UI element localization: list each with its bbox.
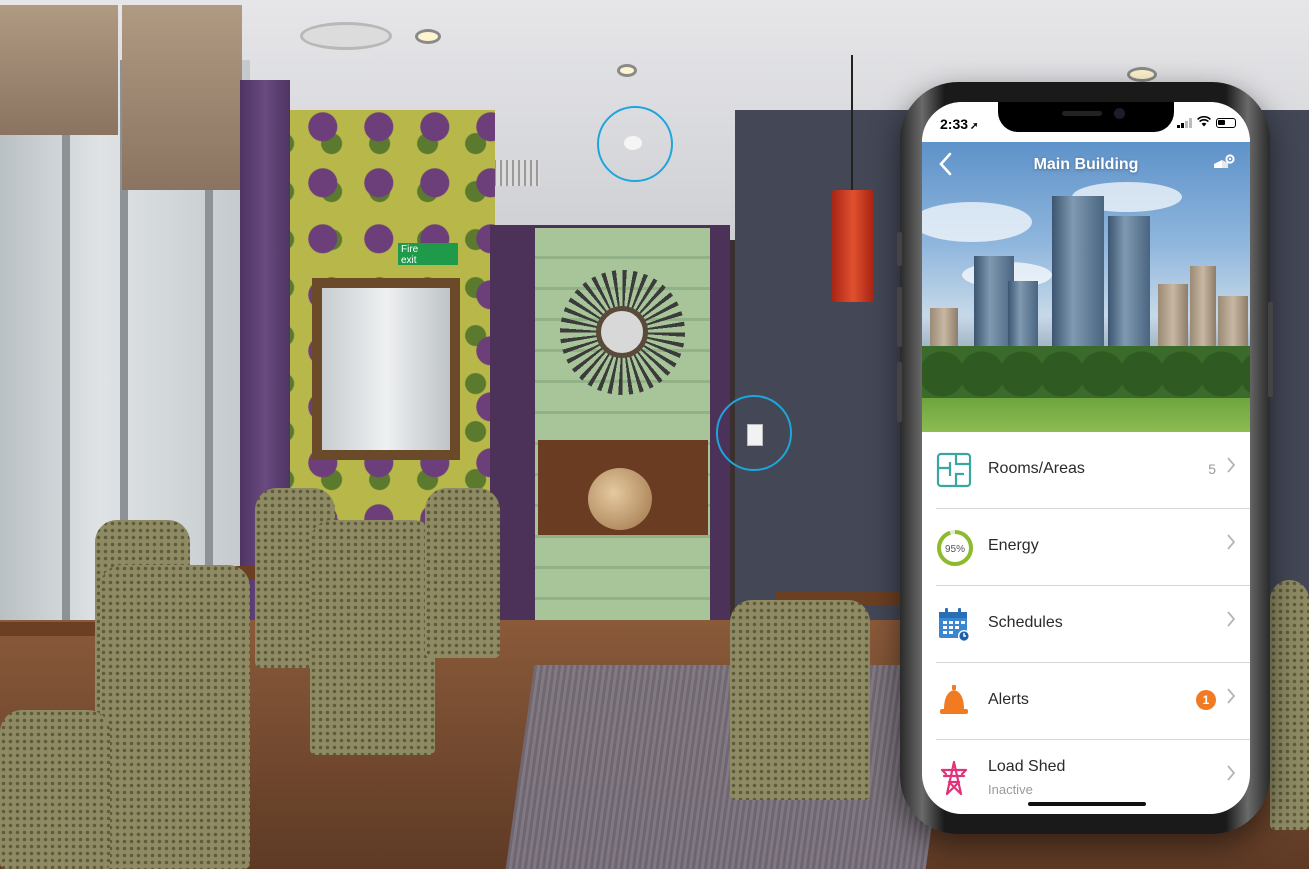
chair	[730, 600, 870, 800]
menu-item-schedules[interactable]: Schedules	[936, 586, 1250, 663]
power-button	[1268, 302, 1273, 397]
ceiling-light	[1130, 70, 1154, 79]
menu-item-alerts[interactable]: Alerts 1	[936, 663, 1250, 740]
chair	[425, 488, 500, 658]
chair	[100, 565, 250, 869]
menu-item-label: Rooms/Areas	[988, 460, 1085, 477]
chevron-right-icon	[1226, 764, 1236, 788]
phone-notch	[998, 102, 1174, 132]
sunburst-center	[596, 306, 648, 358]
alerts-count-badge: 1	[1196, 690, 1216, 710]
chair	[1270, 580, 1309, 830]
light-switch-highlight-ring	[716, 395, 792, 471]
mute-switch	[897, 232, 902, 266]
window-blind	[122, 5, 242, 190]
battery-icon	[1216, 117, 1236, 128]
building-settings-icon	[1214, 154, 1235, 168]
earpiece	[1062, 111, 1102, 116]
status-time-text: 2:33	[940, 116, 969, 132]
menu-item-label: Schedules	[988, 614, 1063, 631]
building-hero-image: Main Building	[922, 142, 1250, 432]
building	[1108, 216, 1150, 366]
chevron-right-icon	[1226, 610, 1236, 634]
exit-sign-line2: exit	[401, 255, 417, 266]
menu-item-label: Load Shed	[988, 758, 1066, 775]
smartphone: 2:33 ➚ Main Building Rooms/Areas 5 95% E…	[897, 82, 1273, 834]
menu-item-energy[interactable]: 95% Energy	[936, 509, 1250, 586]
bell-icon	[936, 683, 972, 719]
page-title: Main Building	[1033, 156, 1139, 173]
chevron-right-icon	[1226, 687, 1236, 711]
ceiling-light	[418, 32, 438, 41]
pendant-cord	[851, 55, 853, 195]
floorplan-icon	[936, 452, 972, 488]
window-mullion	[62, 60, 70, 680]
pendant-lamp	[832, 190, 874, 302]
calendar-icon	[936, 606, 972, 642]
chair	[310, 520, 435, 755]
exit-sign-line1: Fire	[401, 244, 419, 255]
smoke-detector-highlight-ring	[597, 106, 673, 182]
status-icons	[1177, 115, 1236, 129]
mirror-glass	[322, 288, 450, 450]
menu-item-rooms-areas[interactable]: Rooms/Areas 5	[936, 432, 1250, 509]
chair	[0, 710, 110, 869]
energy-gauge-icon: 95%	[936, 529, 973, 566]
volume-down-button	[897, 362, 902, 422]
front-camera	[1114, 108, 1125, 119]
cellular-signal-icon	[1177, 117, 1192, 128]
energy-gauge-text: 95%	[945, 544, 965, 555]
home-indicator[interactable]	[1028, 802, 1146, 806]
building-settings-button[interactable]	[1212, 154, 1236, 174]
cloud	[922, 202, 1032, 242]
building-menu: Rooms/Areas 5 95% Energy Schedules Alert…	[922, 432, 1250, 814]
building	[1052, 196, 1104, 366]
location-arrow-icon: ➚	[970, 121, 979, 132]
ceiling-light	[620, 67, 634, 74]
volume-up-button	[897, 287, 902, 347]
window-blind	[0, 5, 118, 135]
chevron-right-icon	[1226, 456, 1236, 480]
power-tower-icon	[936, 760, 972, 796]
status-time: 2:33 ➚	[940, 116, 978, 132]
tree-line	[922, 346, 1250, 402]
app-screen: 2:33 ➚ Main Building Rooms/Areas 5 95% E…	[922, 102, 1250, 814]
chevron-right-icon	[1226, 533, 1236, 557]
exit-sign: Fire exit	[398, 243, 458, 266]
ceiling-speaker	[300, 22, 392, 50]
load-shed-status: Inactive	[988, 782, 1033, 797]
lawn	[922, 398, 1250, 432]
wifi-icon	[1197, 115, 1211, 129]
menu-item-label: Energy	[988, 537, 1039, 554]
decor-ball	[588, 468, 652, 530]
rooms-count: 5	[1208, 461, 1216, 477]
menu-item-label: Alerts	[988, 691, 1029, 708]
